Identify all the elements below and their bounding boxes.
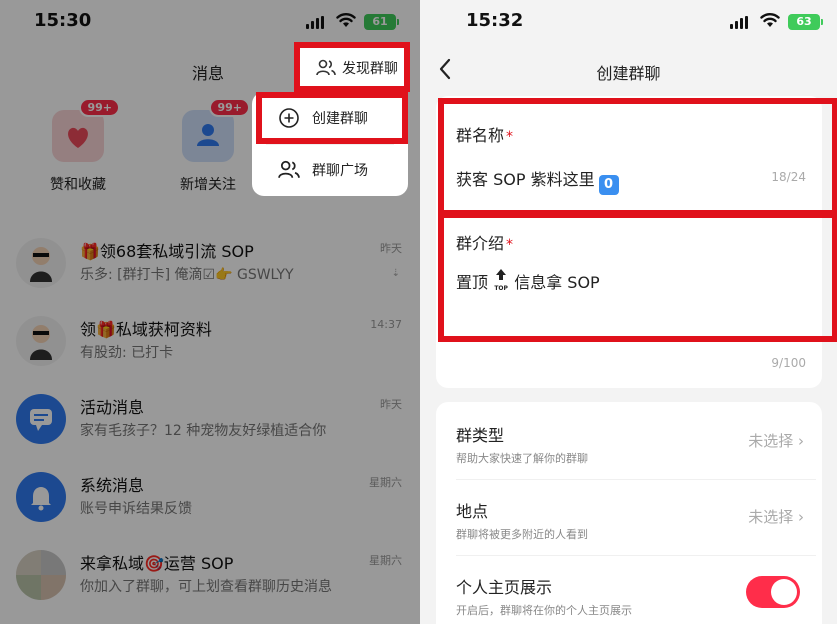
highlight-discover (294, 42, 410, 92)
group-type-value: 未选择 › (748, 432, 804, 450)
location-value: 未选择 › (748, 508, 804, 526)
profile-display-subtitle: 开启后，群聊将在你的个人主页展示 (456, 604, 632, 617)
group-type-title: 群类型 (456, 426, 505, 445)
group-plaza-label: 群聊广场 (312, 163, 368, 179)
group-intro-count: 9/100 (771, 356, 806, 370)
group-type-subtitle: 帮助大家快速了解你的群聊 (456, 452, 588, 465)
signal-icon (730, 16, 748, 29)
wifi-icon (760, 13, 780, 27)
messages-screen: 15:30 61 消息 发现群聊 99+ 赞和收藏 (0, 0, 420, 624)
row-divider (456, 479, 816, 480)
row-divider (456, 555, 816, 556)
chevron-right-icon: › (798, 508, 804, 526)
battery-icon: 63 (788, 14, 823, 30)
group-people-icon (278, 160, 300, 178)
highlight-create (256, 92, 408, 144)
profile-display-row: 个人主页展示 开启后，群聊将在你的个人主页展示 (436, 558, 816, 624)
group-plaza-menu-item[interactable]: 群聊广场 (252, 144, 408, 196)
highlight-group-intro (438, 212, 837, 342)
status-bar: 15:32 63 (420, 0, 837, 44)
page-title: 创建群聊 (596, 64, 661, 83)
location-row[interactable]: 地点 群聊将被更多附近的人看到 未选择 › (436, 482, 816, 556)
location-subtitle: 群聊将被更多附近的人看到 (456, 528, 588, 541)
status-time: 15:32 (466, 10, 524, 31)
profile-display-title: 个人主页展示 (456, 578, 553, 597)
location-title: 地点 (456, 502, 489, 521)
profile-display-toggle[interactable] (746, 576, 800, 608)
group-type-row[interactable]: 群类型 帮助大家快速了解你的群聊 未选择 › (436, 406, 816, 480)
highlight-group-name (438, 98, 837, 216)
chevron-right-icon: › (798, 432, 804, 450)
create-group-screen: 15:32 63 创建群聊 群名称 * 获客 SOP 紫料这里 0 18/24 群介… (420, 0, 837, 624)
